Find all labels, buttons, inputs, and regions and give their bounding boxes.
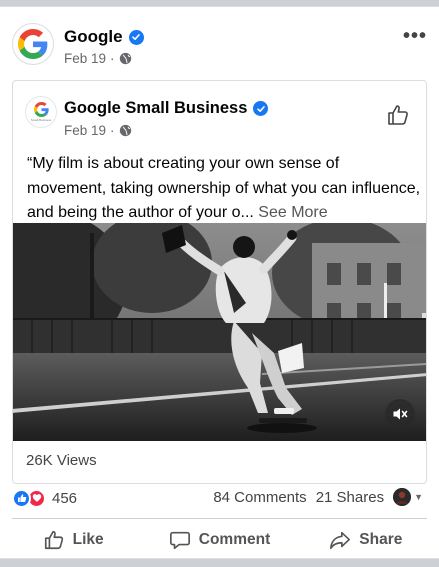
post-text-body: “My film is about creating your own sens… xyxy=(27,155,421,221)
share-button[interactable]: Share xyxy=(293,520,439,560)
shared-post-date[interactable]: Feb 19 xyxy=(64,123,106,138)
viewer-avatar[interactable] xyxy=(393,488,412,506)
page-name-text[interactable]: Google xyxy=(64,27,123,47)
video-frame xyxy=(13,223,426,441)
page-avatar[interactable] xyxy=(12,23,54,65)
comment-button[interactable]: Comment xyxy=(146,520,292,560)
comment-button-label[interactable]: Comment xyxy=(199,531,270,549)
shared-page-name[interactable]: Google Small Business xyxy=(64,99,269,118)
verified-badge-icon xyxy=(128,29,144,45)
reactions-bar: 456 84 Comments 21 Shares ▼ xyxy=(12,487,427,509)
view-count: 26K Views xyxy=(26,452,97,469)
share-arrow-icon xyxy=(330,531,351,550)
shared-page-name-text[interactable]: Google Small Business xyxy=(64,99,247,118)
page-name[interactable]: Google xyxy=(64,27,144,47)
post-meta: Feb 19 · xyxy=(64,51,132,66)
globe-icon[interactable] xyxy=(119,52,132,65)
shared-post-meta: Feb 19 · xyxy=(64,123,132,138)
like-button[interactable]: Like xyxy=(0,520,146,560)
reaction-count[interactable]: 456 xyxy=(52,490,77,507)
verified-badge-icon xyxy=(253,101,269,116)
engagement-summary: 84 Comments 21 Shares ▼ xyxy=(213,488,423,506)
like-page-icon[interactable] xyxy=(386,103,410,127)
google-logo-icon xyxy=(33,102,49,117)
post-card: Google Feb 19 · ••• Small Business Googl… xyxy=(0,6,439,559)
share-button-label[interactable]: Share xyxy=(359,531,402,549)
speech-bubble-icon xyxy=(169,531,190,550)
thumbs-up-icon xyxy=(44,530,63,550)
google-logo-icon xyxy=(18,29,48,59)
meta-separator: · xyxy=(110,51,115,66)
post-actions: Like Comment Share xyxy=(0,520,439,560)
like-reaction-icon[interactable] xyxy=(12,488,31,508)
shared-post[interactable]: Small Business Google Small Business Feb… xyxy=(12,80,427,484)
post-date[interactable]: Feb 19 xyxy=(64,51,106,66)
more-options-button[interactable]: ••• xyxy=(403,26,427,46)
post-text: “My film is about creating your own sens… xyxy=(27,152,422,226)
chevron-down-icon[interactable]: ▼ xyxy=(414,492,423,502)
post-header: Google Feb 19 · ••• xyxy=(0,7,439,75)
globe-icon[interactable] xyxy=(119,124,132,137)
share-count[interactable]: 21 Shares xyxy=(316,489,384,506)
video-player[interactable] xyxy=(13,223,426,441)
shared-page-avatar[interactable]: Small Business xyxy=(25,96,57,128)
actions-divider xyxy=(12,518,427,519)
muted-speaker-icon xyxy=(393,408,408,420)
comment-count[interactable]: 84 Comments xyxy=(213,489,306,506)
mute-toggle-button[interactable] xyxy=(385,399,415,429)
meta-separator: · xyxy=(110,123,115,138)
avatar-caption: Small Business xyxy=(30,118,52,122)
see-more-link[interactable]: See More xyxy=(258,204,327,221)
like-button-label[interactable]: Like xyxy=(73,531,104,549)
